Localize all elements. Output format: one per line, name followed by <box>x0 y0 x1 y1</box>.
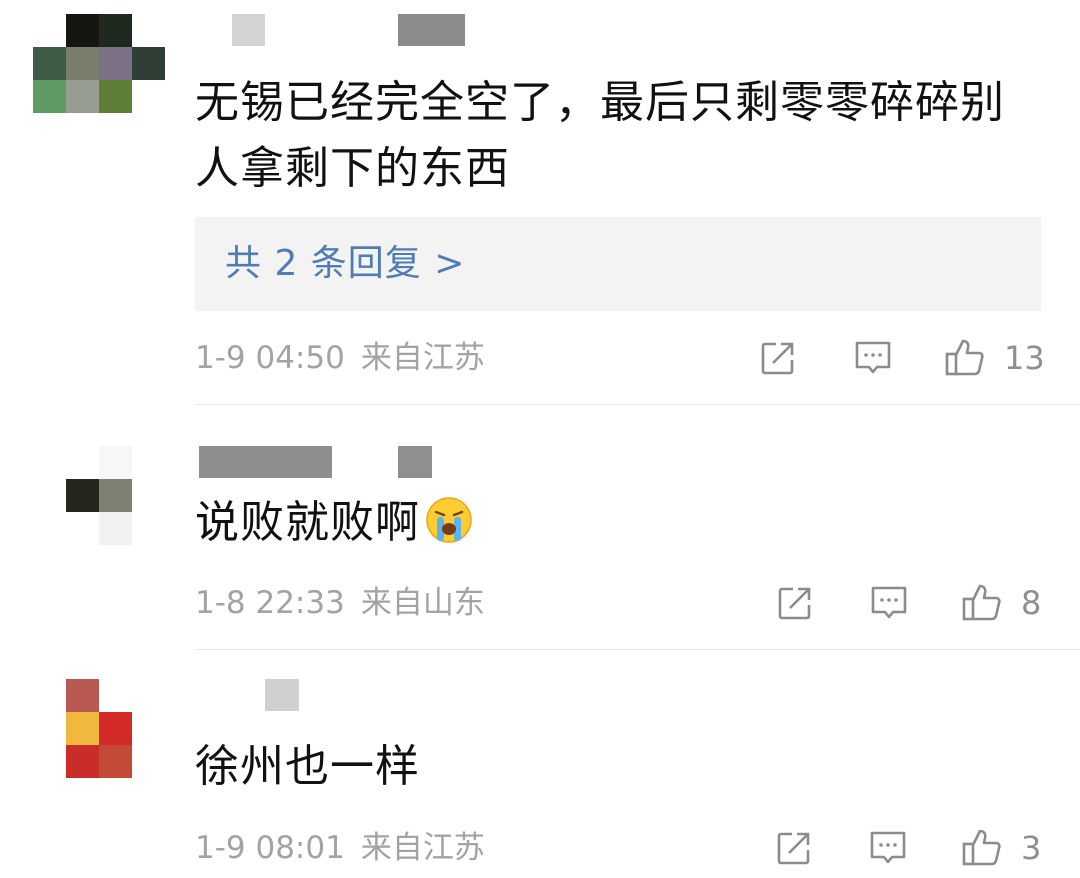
username-badge <box>398 14 465 46</box>
comment-list: 无锡已经完全空了，最后只剩零零碎碎别人拿剩下的东西 共 2 条回复 > 1-9 … <box>0 0 1080 878</box>
comment-text-content: 说败就败啊 <box>195 497 420 548</box>
share-icon <box>761 342 794 375</box>
comment-button[interactable] <box>868 829 908 867</box>
thumbs-up-icon <box>962 829 1001 866</box>
comment-meta: 1-9 04:50 来自江苏 <box>195 338 485 378</box>
thumbs-up-icon <box>962 584 1001 621</box>
divider <box>195 404 1080 405</box>
like-count: 3 <box>1021 829 1042 867</box>
avatar[interactable] <box>33 679 165 779</box>
avatar[interactable] <box>33 14 165 114</box>
thumbs-up-icon <box>945 339 984 376</box>
like-count: 13 <box>1004 339 1045 377</box>
comment-text: 说败就败啊 <box>195 490 1035 564</box>
timestamp: 1-8 22:33 <box>195 585 345 621</box>
username-badge <box>398 446 432 478</box>
share-button[interactable] <box>775 829 813 867</box>
like-button[interactable] <box>961 826 1003 868</box>
username[interactable] <box>232 14 265 46</box>
location: 来自江苏 <box>360 830 485 866</box>
view-replies-link[interactable]: 共 2 条回复 > <box>225 239 465 289</box>
comment-text: 无锡已经完全空了，最后只剩零零碎碎别人拿剩下的东西 <box>195 77 1005 194</box>
location: 来自山东 <box>360 585 485 621</box>
comment-button[interactable] <box>869 584 909 622</box>
username[interactable] <box>265 679 299 711</box>
comment-item: 无锡已经完全空了，最后只剩零零碎碎别人拿剩下的东西 共 2 条回复 > 1-9 … <box>0 0 1080 405</box>
comment-icon <box>870 831 906 864</box>
comment-meta: 1-9 08:01 来自江苏 <box>195 828 485 868</box>
comment-text: 徐州也一样 <box>195 741 420 792</box>
comment-icon <box>855 341 891 374</box>
share-icon <box>777 832 810 865</box>
avatar[interactable] <box>33 446 165 546</box>
comment-button[interactable] <box>853 339 893 377</box>
location: 来自江苏 <box>360 340 485 376</box>
divider <box>195 649 1080 650</box>
share-button[interactable] <box>776 584 814 622</box>
like-button[interactable] <box>961 581 1003 623</box>
comment-meta: 1-8 22:33 来自山东 <box>195 583 485 623</box>
username[interactable] <box>199 446 332 478</box>
like-count: 8 <box>1021 584 1042 622</box>
comment-icon <box>871 586 907 619</box>
like-button[interactable] <box>944 336 986 378</box>
timestamp: 1-9 08:01 <box>195 830 345 866</box>
share-icon <box>778 587 811 620</box>
share-button[interactable] <box>759 339 797 377</box>
loudly-crying-face-icon <box>424 495 474 564</box>
timestamp: 1-9 04:50 <box>195 340 345 376</box>
reply-box[interactable]: 共 2 条回复 > <box>195 217 1041 311</box>
